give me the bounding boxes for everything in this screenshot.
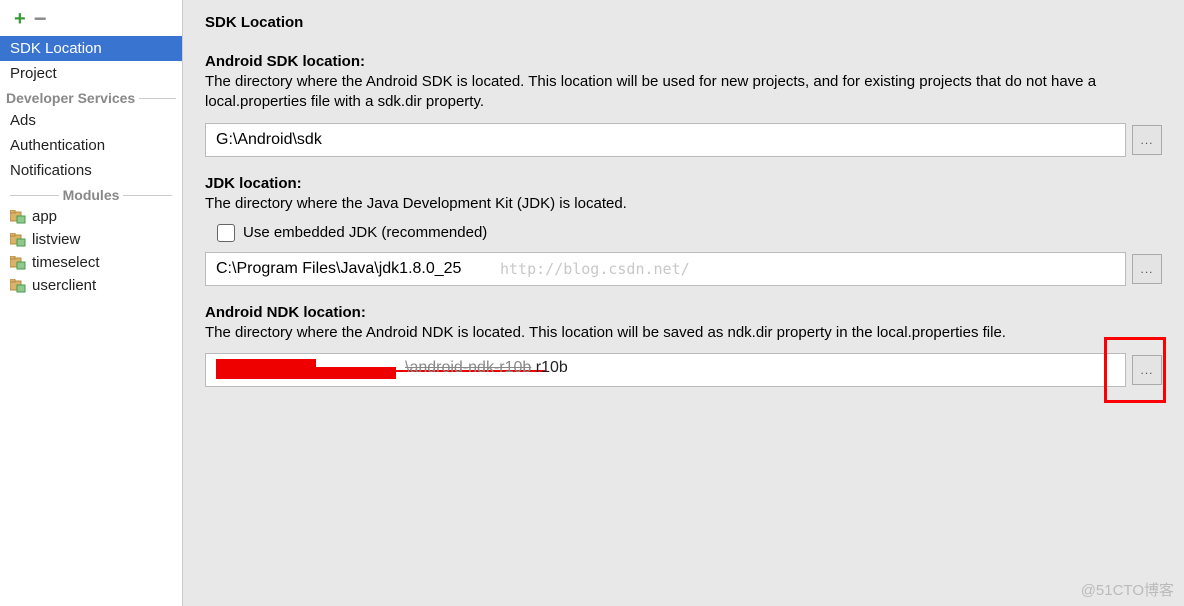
module-label: listview	[32, 231, 80, 248]
sidebar-header-modules: Modules	[0, 183, 182, 205]
ndk-visible-fragment: \android-ndk-r10b r10b	[405, 359, 568, 377]
ndk-browse-button[interactable]: ...	[1132, 355, 1162, 385]
corner-watermark: @51CTO博客	[1081, 579, 1174, 600]
remove-icon[interactable]: −	[34, 8, 47, 30]
module-icon	[10, 279, 26, 293]
sidebar-item-notifications[interactable]: Notifications	[0, 158, 182, 183]
page-title: SDK Location	[205, 14, 1162, 31]
ndk-desc: The directory where the Android NDK is l…	[205, 323, 1162, 343]
module-icon	[10, 233, 26, 247]
module-label: timeselect	[32, 254, 100, 271]
module-icon	[10, 210, 26, 224]
sidebar-item-project[interactable]: Project	[0, 61, 182, 86]
sidebar: + − SDK Location Project Developer Servi…	[0, 0, 183, 606]
ndk-heading: Android NDK location:	[205, 304, 1162, 321]
embedded-jdk-label: Use embedded JDK (recommended)	[243, 224, 487, 241]
jdk-location-input[interactable]	[205, 252, 1126, 286]
module-label: app	[32, 208, 57, 225]
sidebar-item-ads[interactable]: Ads	[0, 108, 182, 133]
sdk-browse-button[interactable]: ...	[1132, 125, 1162, 155]
ndk-location-input[interactable]	[205, 353, 1126, 387]
module-icon	[10, 256, 26, 270]
add-icon[interactable]: +	[14, 9, 26, 29]
sidebar-header-dev-services: Developer Services	[0, 86, 182, 108]
sidebar-toolbar: + −	[0, 0, 182, 36]
sdk-location-input[interactable]	[205, 123, 1126, 157]
sdk-heading: Android SDK location:	[205, 53, 1162, 70]
module-label: userclient	[32, 277, 96, 294]
embedded-jdk-checkbox[interactable]	[217, 224, 235, 242]
jdk-browse-button[interactable]: ...	[1132, 254, 1162, 284]
module-item-app[interactable]: app	[0, 205, 182, 228]
sidebar-item-sdk-location[interactable]: SDK Location	[0, 36, 182, 61]
module-item-listview[interactable]: listview	[0, 228, 182, 251]
sidebar-item-authentication[interactable]: Authentication	[0, 133, 182, 158]
module-item-userclient[interactable]: userclient	[0, 274, 182, 297]
sdk-desc: The directory where the Android SDK is l…	[205, 72, 1162, 113]
jdk-heading: JDK location:	[205, 175, 1162, 192]
module-item-timeselect[interactable]: timeselect	[0, 251, 182, 274]
jdk-desc: The directory where the Java Development…	[205, 194, 1162, 214]
main-panel: SDK Location Android SDK location: The d…	[183, 0, 1184, 606]
